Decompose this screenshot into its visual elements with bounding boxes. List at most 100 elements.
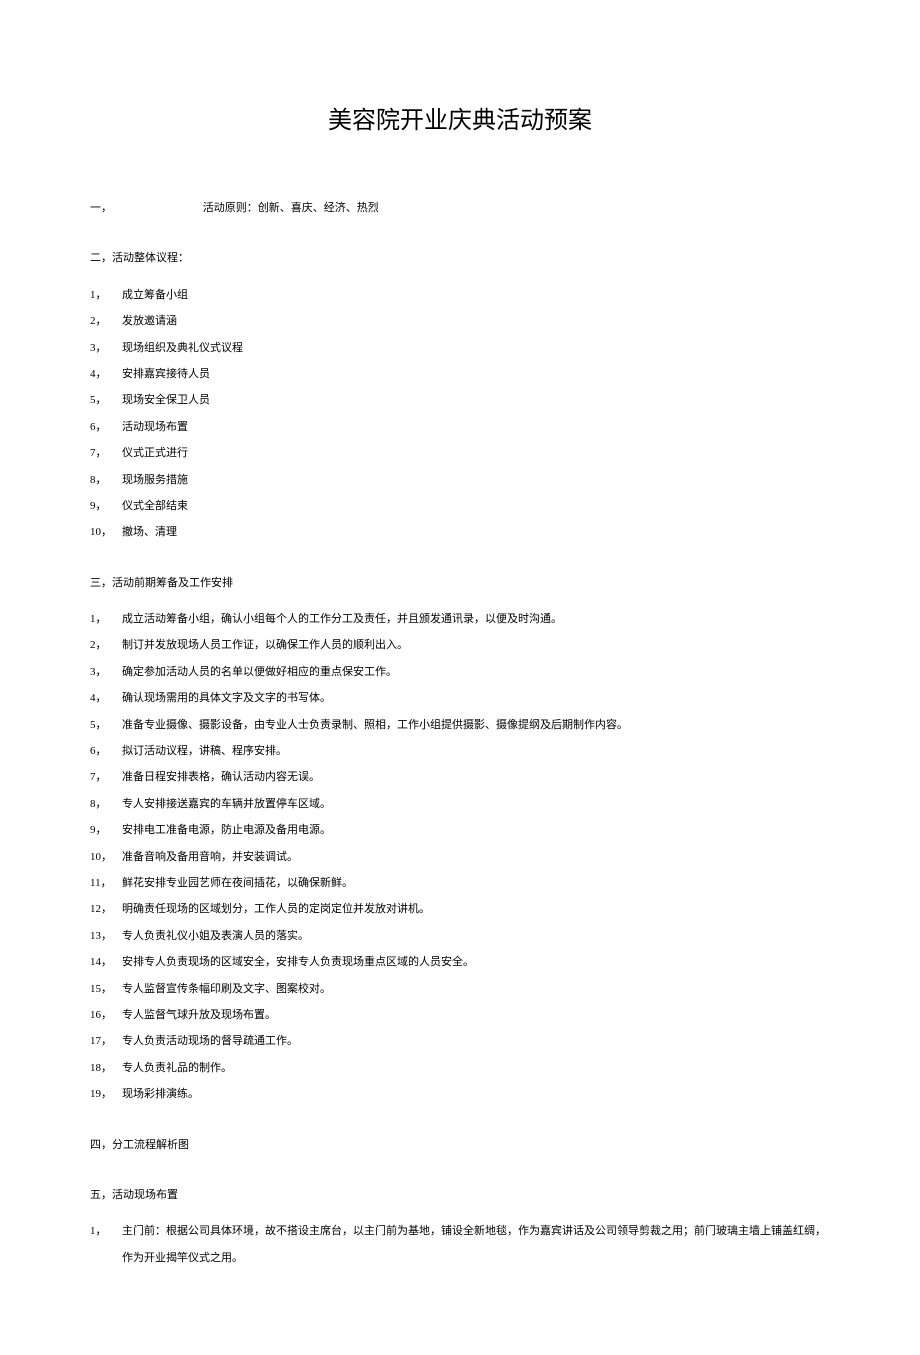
section-5-item-number: 1， (90, 1218, 122, 1271)
section-1: 一， 活动原则：创新、喜庆、经济、热烈 (90, 195, 830, 221)
section-3-item-text: 专人安排接送嘉宾的车辆并放置停车区域。 (122, 791, 830, 817)
section-2-item-text: 安排嘉宾接待人员 (122, 361, 830, 387)
section-3-item-number: 18， (90, 1055, 122, 1081)
section-2-item-text: 仪式正式进行 (122, 440, 830, 466)
section-3-item-text: 明确责任现场的区域划分，工作人员的定岗定位并发放对讲机。 (122, 896, 830, 922)
section-3-item: 1，成立活动筹备小组，确认小组每个人的工作分工及责任，并且颁发通讯录，以便及时沟… (90, 606, 830, 632)
section-2-item-number: 10， (90, 519, 122, 545)
section-2-item-text: 现场组织及典礼仪式议程 (122, 335, 830, 361)
section-1-label: 一， (90, 195, 200, 221)
section-3-item-number: 12， (90, 896, 122, 922)
section-2-item-number: 1， (90, 282, 122, 308)
section-2-item-text: 现场安全保卫人员 (122, 387, 830, 413)
section-3-item-number: 11， (90, 870, 122, 896)
section-2-item-text: 撤场、清理 (122, 519, 830, 545)
section-2-item-number: 9， (90, 493, 122, 519)
section-3-item: 7，准备日程安排表格，确认活动内容无误。 (90, 764, 830, 790)
section-3-item-number: 8， (90, 791, 122, 817)
section-5: 五，活动现场布置 1，主门前：根据公司具体环境，故不搭设主席台，以主门前为基地，… (90, 1182, 830, 1271)
section-3-item-number: 1， (90, 606, 122, 632)
section-2-item: 8，现场服务措施 (90, 467, 830, 493)
section-3-item-text: 制订并发放现场人员工作证，以确保工作人员的顺利出入。 (122, 632, 830, 658)
section-2-item-number: 2， (90, 308, 122, 334)
section-3-item-text: 准备日程安排表格，确认活动内容无误。 (122, 764, 830, 790)
section-3-item: 12，明确责任现场的区域划分，工作人员的定岗定位并发放对讲机。 (90, 896, 830, 922)
section-2-item: 6，活动现场布置 (90, 414, 830, 440)
section-1-line: 一， 活动原则：创新、喜庆、经济、热烈 (90, 195, 830, 221)
section-3-item-text: 现场彩排演练。 (122, 1081, 830, 1107)
section-3-item-number: 9， (90, 817, 122, 843)
section-5-heading: 五，活动现场布置 (90, 1182, 830, 1208)
section-2-item-number: 7， (90, 440, 122, 466)
section-3-item-text: 安排专人负责现场的区域安全，安排专人负责现场重点区域的人员安全。 (122, 949, 830, 975)
section-3-item-number: 3， (90, 659, 122, 685)
section-2-item: 5，现场安全保卫人员 (90, 387, 830, 413)
page-title: 美容院开业庆典活动预案 (90, 100, 830, 135)
section-3-item-text: 专人负责礼品的制作。 (122, 1055, 830, 1081)
section-3-item: 15，专人监督宣传条幅印刷及文字、图案校对。 (90, 976, 830, 1002)
section-3-item: 6，拟订活动议程，讲稿、程序安排。 (90, 738, 830, 764)
section-3-item: 18，专人负责礼品的制作。 (90, 1055, 830, 1081)
section-3-item-number: 13， (90, 923, 122, 949)
section-5-item: 1，主门前：根据公司具体环境，故不搭设主席台，以主门前为基地，铺设全新地毯，作为… (90, 1218, 830, 1271)
section-2-item: 4，安排嘉宾接待人员 (90, 361, 830, 387)
section-3-item-text: 准备专业摄像、摄影设备，由专业人士负责录制、照相，工作小组提供摄影、摄像提纲及后… (122, 712, 830, 738)
section-2-item-number: 6， (90, 414, 122, 440)
section-3-item-number: 15， (90, 976, 122, 1002)
section-2-item: 1，成立筹备小组 (90, 282, 830, 308)
section-2-item-text: 活动现场布置 (122, 414, 830, 440)
section-3-item-text: 确定参加活动人员的名单以便做好相应的重点保安工作。 (122, 659, 830, 685)
section-3-item-number: 4， (90, 685, 122, 711)
section-3-item-number: 19， (90, 1081, 122, 1107)
section-3-item: 5，准备专业摄像、摄影设备，由专业人士负责录制、照相，工作小组提供摄影、摄像提纲… (90, 712, 830, 738)
section-4: 四，分工流程解析图 (90, 1132, 830, 1158)
section-3-item-text: 专人监督宣传条幅印刷及文字、图案校对。 (122, 976, 830, 1002)
section-3-item-text: 专人监督气球升放及现场布置。 (122, 1002, 830, 1028)
section-3-heading: 三，活动前期筹备及工作安排 (90, 570, 830, 596)
section-3-item: 17，专人负责活动现场的督导疏通工作。 (90, 1028, 830, 1054)
section-3-item-number: 2， (90, 632, 122, 658)
section-2-item: 9，仪式全部结束 (90, 493, 830, 519)
section-3-item: 10，准备音响及备用音响，并安装调试。 (90, 844, 830, 870)
section-3-item-text: 专人负责礼仪小姐及表演人员的落实。 (122, 923, 830, 949)
section-3-item-number: 10， (90, 844, 122, 870)
section-2-heading: 二，活动整体议程： (90, 245, 830, 271)
section-2-item-number: 8， (90, 467, 122, 493)
section-2-item: 3，现场组织及典礼仪式议程 (90, 335, 830, 361)
section-3: 三，活动前期筹备及工作安排 1，成立活动筹备小组，确认小组每个人的工作分工及责任… (90, 570, 830, 1108)
section-2-item: 10，撤场、清理 (90, 519, 830, 545)
section-2-item-number: 5， (90, 387, 122, 413)
section-2-item-number: 4， (90, 361, 122, 387)
section-3-item: 2，制订并发放现场人员工作证，以确保工作人员的顺利出入。 (90, 632, 830, 658)
section-3-item: 11，鲜花安排专业园艺师在夜间插花，以确保新鲜。 (90, 870, 830, 896)
section-3-item-number: 7， (90, 764, 122, 790)
section-2-item-text: 成立筹备小组 (122, 282, 830, 308)
section-3-item-number: 6， (90, 738, 122, 764)
section-3-item: 19，现场彩排演练。 (90, 1081, 830, 1107)
section-3-item: 13，专人负责礼仪小姐及表演人员的落实。 (90, 923, 830, 949)
section-3-item-text: 确认现场需用的具体文字及文字的书写体。 (122, 685, 830, 711)
section-3-item-number: 5， (90, 712, 122, 738)
section-2-item-text: 发放邀请涵 (122, 308, 830, 334)
section-3-item: 16，专人监督气球升放及现场布置。 (90, 1002, 830, 1028)
section-3-item-text: 准备音响及备用音响，并安装调试。 (122, 844, 830, 870)
section-3-item-text: 成立活动筹备小组，确认小组每个人的工作分工及责任，并且颁发通讯录，以便及时沟通。 (122, 606, 830, 632)
section-3-item-text: 专人负责活动现场的督导疏通工作。 (122, 1028, 830, 1054)
section-5-item-text: 主门前：根据公司具体环境，故不搭设主席台，以主门前为基地，铺设全新地毯，作为嘉宾… (122, 1218, 830, 1271)
section-4-heading: 四，分工流程解析图 (90, 1132, 830, 1158)
section-3-item-number: 16， (90, 1002, 122, 1028)
section-3-item-text: 鲜花安排专业园艺师在夜间插花，以确保新鲜。 (122, 870, 830, 896)
section-2-item-number: 3， (90, 335, 122, 361)
section-3-item: 3，确定参加活动人员的名单以便做好相应的重点保安工作。 (90, 659, 830, 685)
section-3-item-number: 14， (90, 949, 122, 975)
section-3-item: 8，专人安排接送嘉宾的车辆并放置停车区域。 (90, 791, 830, 817)
section-2-item: 7，仪式正式进行 (90, 440, 830, 466)
section-3-item-number: 17， (90, 1028, 122, 1054)
section-1-content: 活动原则：创新、喜庆、经济、热烈 (203, 202, 379, 214)
section-3-item: 14，安排专人负责现场的区域安全，安排专人负责现场重点区域的人员安全。 (90, 949, 830, 975)
section-2: 二，活动整体议程： 1，成立筹备小组2，发放邀请涵3，现场组织及典礼仪式议程4，… (90, 245, 830, 545)
section-2-item-text: 现场服务措施 (122, 467, 830, 493)
section-2-item-text: 仪式全部结束 (122, 493, 830, 519)
section-3-item-text: 拟订活动议程，讲稿、程序安排。 (122, 738, 830, 764)
section-3-item: 4，确认现场需用的具体文字及文字的书写体。 (90, 685, 830, 711)
